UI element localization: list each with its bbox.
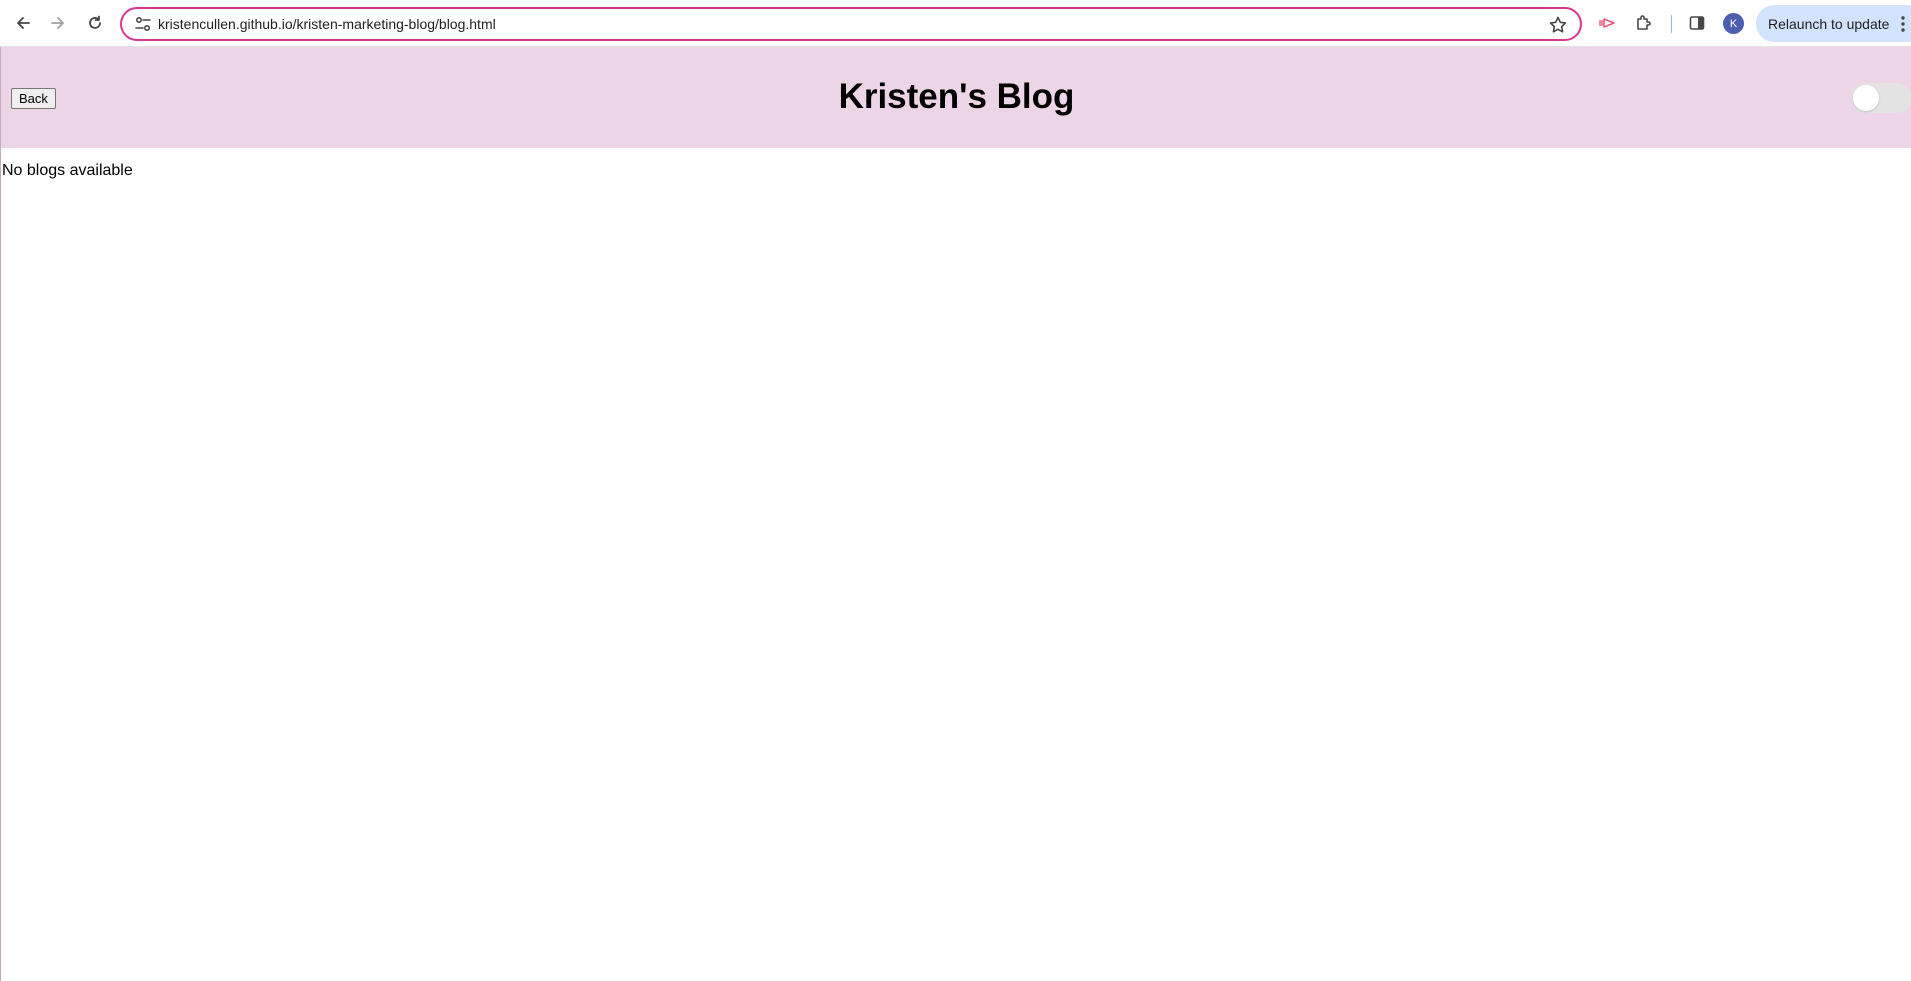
kebab-menu-icon[interactable] [1900,15,1906,33]
back-arrow-icon[interactable] [8,8,38,38]
relaunch-label: Relaunch to update [1768,15,1890,32]
side-panel-icon[interactable] [1682,8,1712,38]
cast-icon[interactable] [1593,8,1623,38]
address-bar[interactable]: kristencullen.github.io/kristen-marketin… [120,7,1582,41]
empty-blogs-message: No blogs available [2,162,133,179]
relaunch-to-update-button[interactable]: Relaunch to update [1756,5,1911,42]
site-header: Kristen's Blog Back [1,47,1911,148]
page-title: Kristen's Blog [838,77,1075,116]
profile-avatar[interactable]: K [1723,13,1744,34]
page-viewport: Kristen's Blog Back No blogs available [0,47,1911,981]
theme-toggle[interactable] [1851,83,1911,113]
toggle-knob [1853,85,1879,111]
site-info-icon[interactable] [134,16,152,32]
back-button[interactable]: Back [11,88,56,109]
toolbar-divider [1671,15,1672,33]
reload-icon[interactable] [80,8,110,38]
forward-arrow-icon[interactable] [43,8,73,38]
bookmark-star-icon[interactable] [1548,15,1568,35]
browser-toolbar: kristencullen.github.io/kristen-marketin… [0,0,1911,47]
extensions-puzzle-icon[interactable] [1629,8,1659,38]
url-text[interactable]: kristencullen.github.io/kristen-marketin… [158,16,496,32]
